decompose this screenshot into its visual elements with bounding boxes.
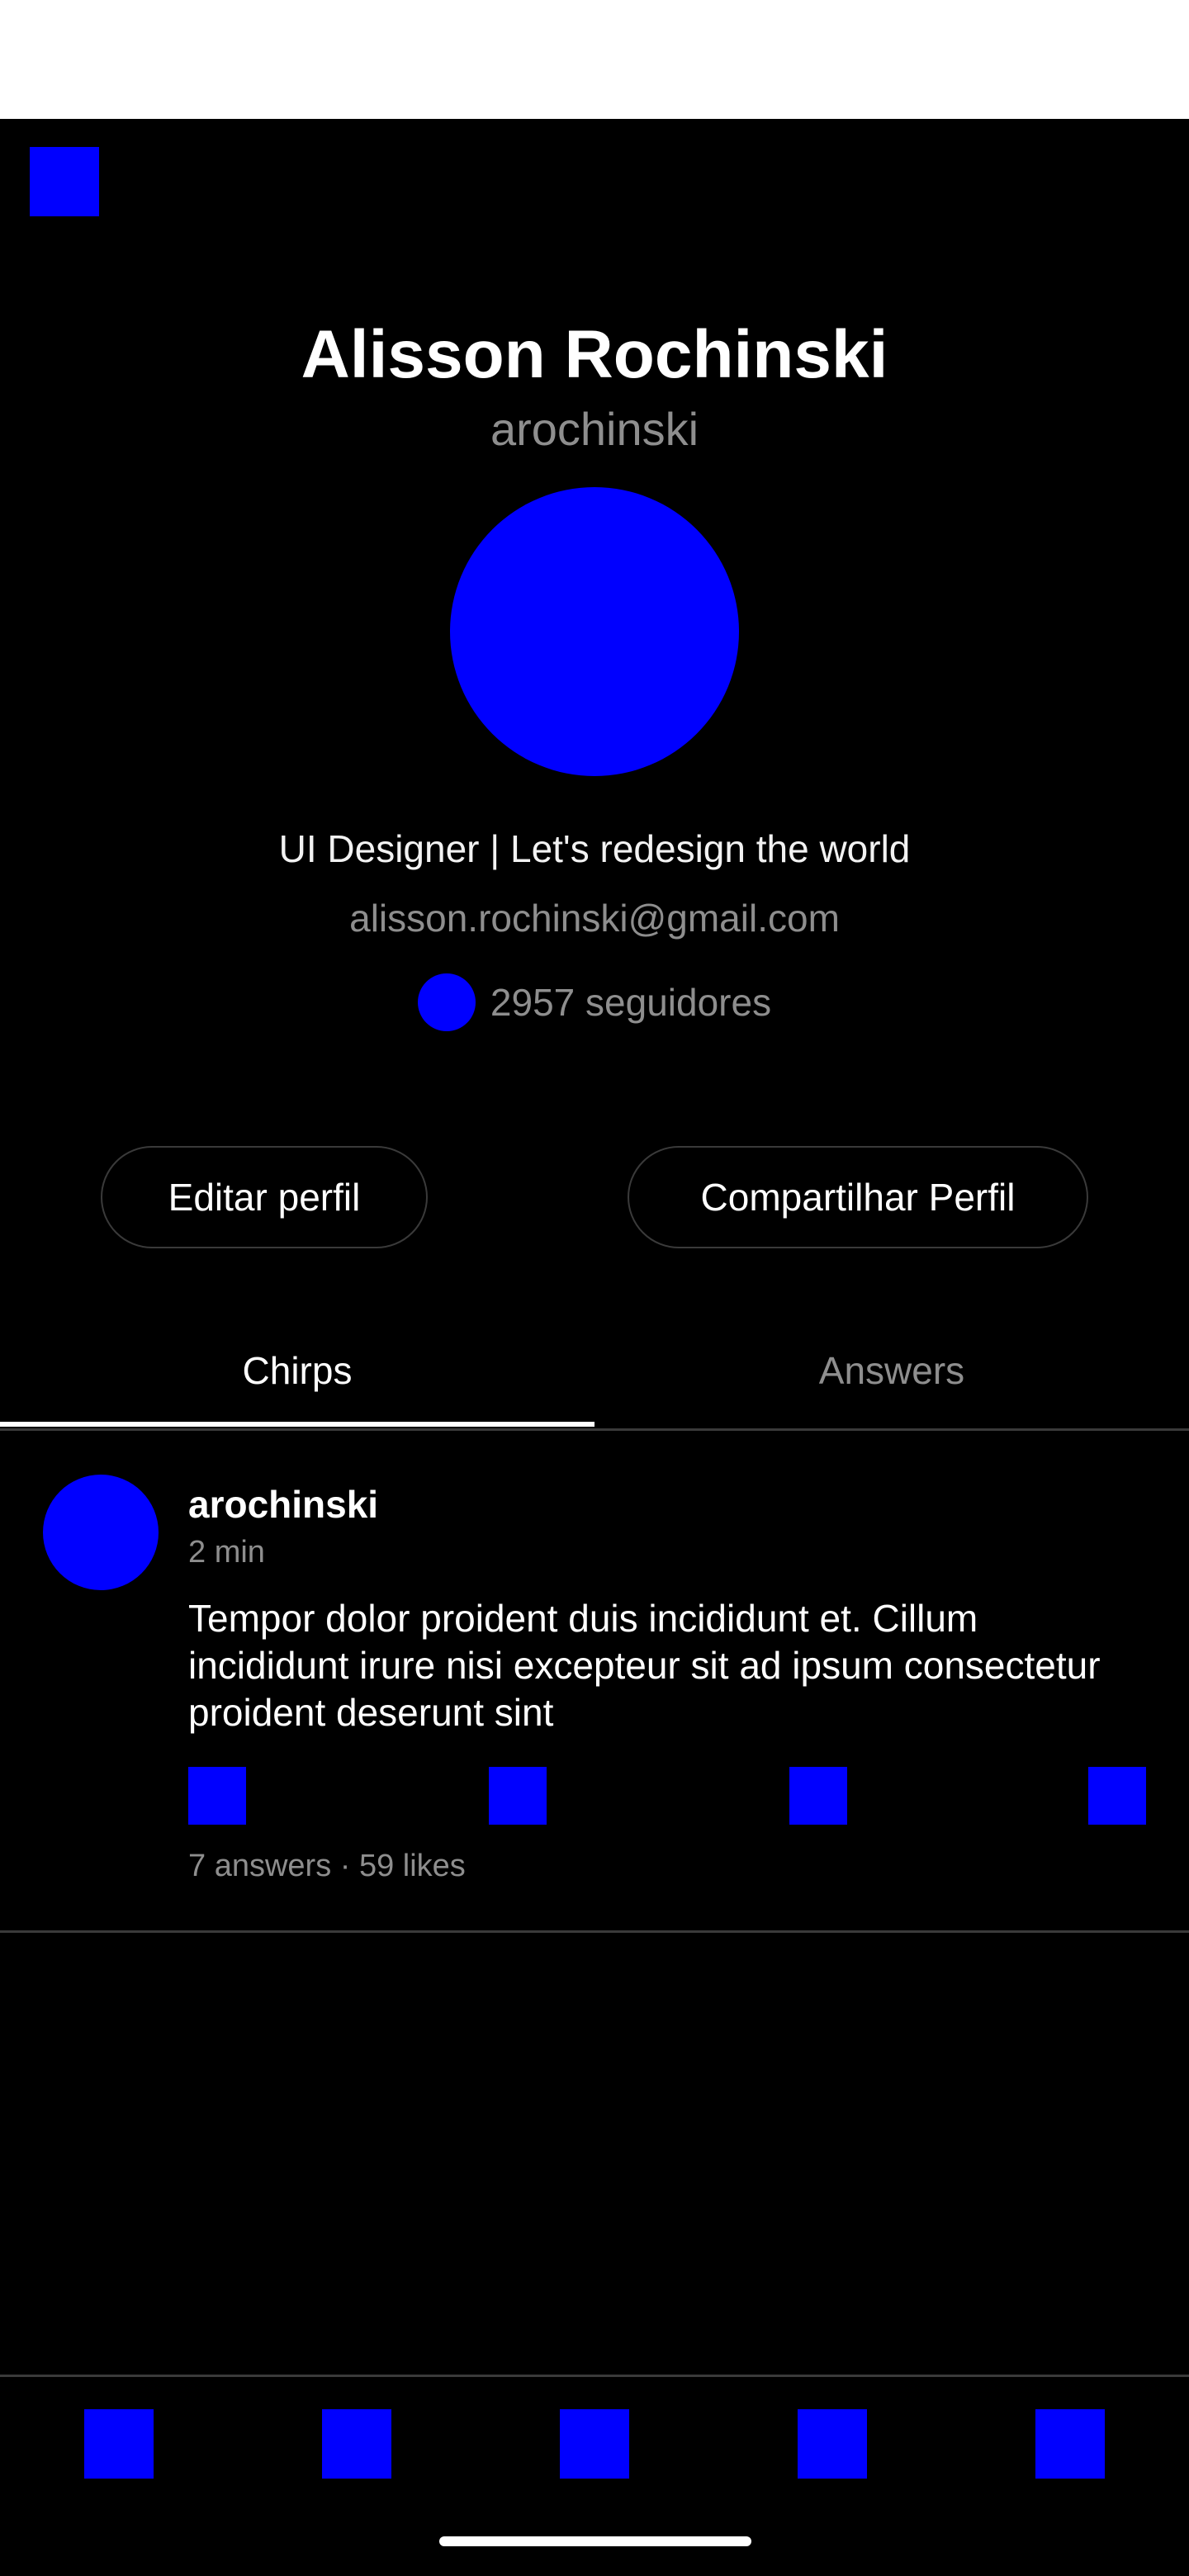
followers-row[interactable]: 2957 seguidores	[0, 973, 1189, 1032]
back-button-icon[interactable]	[30, 147, 99, 216]
post-username[interactable]: arochinski	[188, 1478, 378, 1531]
tabs-divider	[0, 1428, 1189, 1431]
rechirp-icon[interactable]	[489, 1767, 547, 1825]
profile-email: alisson.rochinski@gmail.com	[349, 897, 840, 940]
profile-icon[interactable]	[1035, 2409, 1105, 2479]
home-icon[interactable]	[84, 2409, 154, 2479]
followers-count: 2957 seguidores	[490, 981, 772, 1024]
tab-answers[interactable]: Answers	[594, 1338, 1189, 1412]
post-divider	[0, 1930, 1189, 1933]
profile-name: Alisson Rochinski	[301, 317, 888, 392]
status-bar	[0, 0, 1189, 119]
share-profile-button[interactable]: Compartilhar Perfil	[628, 1146, 1088, 1248]
post-text: Tempor dolor proident duis incididunt et…	[188, 1597, 1101, 1734]
tab-chirps[interactable]: Chirps	[0, 1338, 594, 1412]
profile-bio: UI Designer | Let's redesign the world	[278, 827, 911, 870]
followers-avatar-icon	[417, 973, 476, 1031]
profile-avatar[interactable]	[450, 487, 739, 776]
post-stats[interactable]: 7 answers · 59 likes	[188, 1843, 466, 1889]
reply-icon[interactable]	[188, 1767, 246, 1825]
edit-profile-button[interactable]: Editar perfil	[101, 1146, 428, 1248]
notifications-icon[interactable]	[798, 2409, 867, 2479]
like-icon[interactable]	[789, 1767, 847, 1825]
post-avatar[interactable]	[43, 1475, 159, 1590]
profile-handle: arochinski	[490, 403, 699, 455]
home-indicator[interactable]	[439, 2536, 751, 2546]
compose-icon[interactable]	[560, 2409, 629, 2479]
post-timestamp: 2 min	[188, 1535, 265, 1570]
active-tab-indicator	[0, 1422, 594, 1427]
bottom-nav-divider	[0, 2375, 1189, 2377]
search-icon[interactable]	[322, 2409, 391, 2479]
share-icon[interactable]	[1088, 1767, 1146, 1825]
